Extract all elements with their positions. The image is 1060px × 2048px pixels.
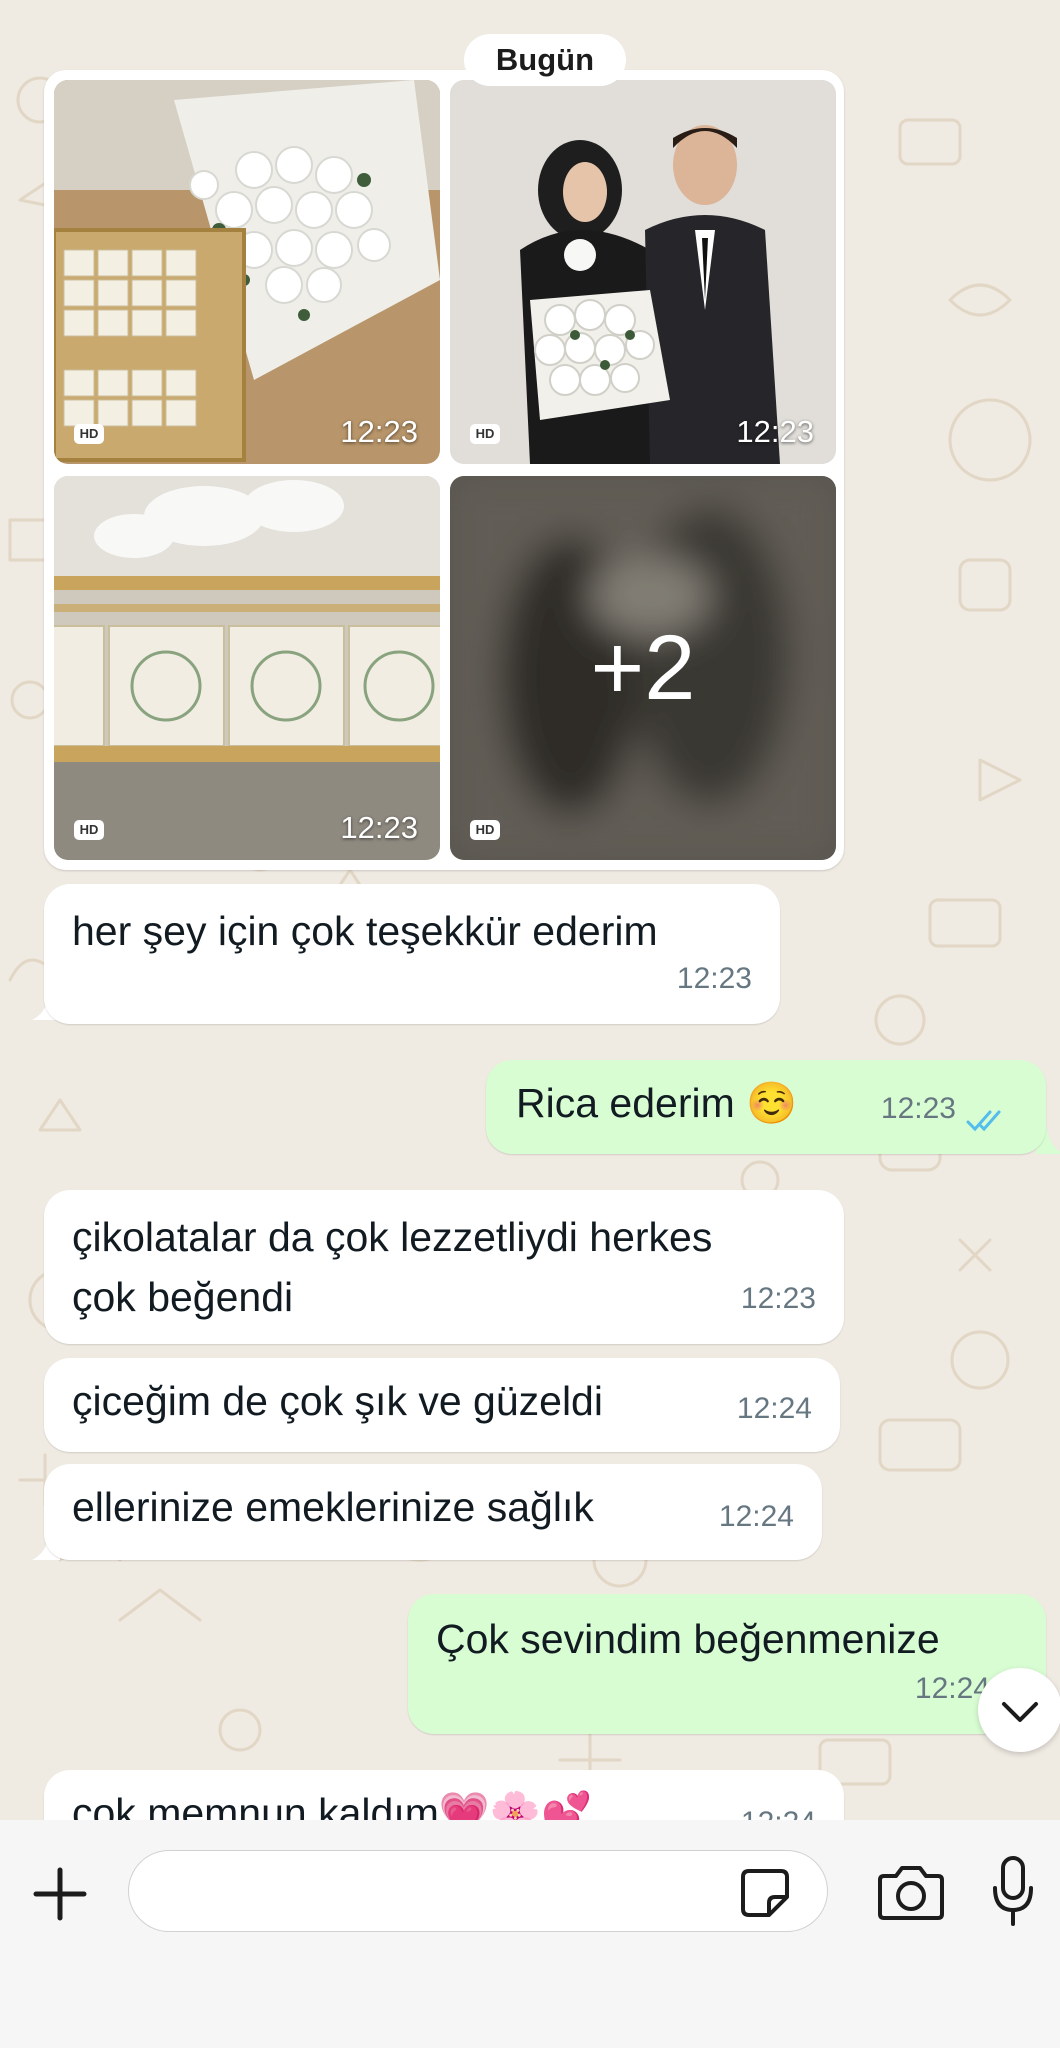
message-time: 12:23: [740, 1282, 816, 1315]
hd-badge: HD: [470, 820, 500, 840]
photo-timestamp: 12:23: [736, 414, 814, 449]
photo-more-overlay[interactable]: +2 HD: [450, 476, 836, 860]
photo-bouquet-boxes: [54, 80, 440, 464]
message-text: ellerinize emeklerinize sağlık: [72, 1484, 594, 1530]
read-ticks-icon: [966, 1110, 1001, 1132]
sticker-icon[interactable]: [739, 1867, 791, 1919]
hd-badge: HD: [74, 424, 104, 444]
compose-bar: [0, 1820, 1060, 2048]
microphone-icon[interactable]: [990, 1854, 1036, 1930]
message-time: 12:24: [736, 1392, 812, 1425]
message-text: Çok sevindim beğenmenize: [436, 1616, 940, 1662]
hd-badge: HD: [470, 424, 500, 444]
message-incoming[interactable]: her şey için çok teşekkür ederim 12:23: [44, 884, 780, 1024]
plus-icon[interactable]: [30, 1864, 90, 1924]
message-text: her şey için çok teşekkür ederim: [72, 908, 658, 954]
message-incoming[interactable]: çiceğim de çok şık ve güzeldi 12:24: [44, 1358, 840, 1452]
message-time: 12:24: [718, 1500, 794, 1533]
message-incoming[interactable]: ellerinize emeklerinize sağlık 12:24: [44, 1464, 822, 1560]
photo-couple: [450, 80, 836, 464]
message-time: 12:23: [880, 1092, 956, 1125]
camera-icon[interactable]: [876, 1860, 946, 1924]
message-text: çiceğim de çok şık ve güzeldi: [72, 1378, 603, 1424]
message-text-line: çikolatalar da çok lezzetliydi herkes: [72, 1214, 713, 1260]
date-chip: Bugün: [464, 34, 626, 86]
photo-grid-message[interactable]: HD 12:23 HD 12:23 HD 12:23 +2 HD: [44, 70, 844, 870]
chevron-down-icon: [1002, 1702, 1038, 1722]
photo-timestamp: 12:23: [340, 810, 418, 845]
scroll-to-bottom-button[interactable]: [978, 1668, 1060, 1752]
message-text-line: çok beğendi: [72, 1274, 294, 1320]
message-input[interactable]: [128, 1850, 828, 1932]
photo-timestamp: 12:23: [340, 414, 418, 449]
hd-badge: HD: [74, 820, 104, 840]
message-time: 12:23: [676, 962, 752, 995]
message-outgoing[interactable]: Çok sevindim beğenmenize 12:24: [408, 1594, 1046, 1734]
message-text: Rica ederim ☺️: [516, 1080, 798, 1126]
photo-thumbnail[interactable]: HD 12:23: [54, 476, 440, 860]
photo-thumbnail[interactable]: HD 12:23: [450, 80, 836, 464]
message-outgoing[interactable]: Rica ederim ☺️ 12:23: [486, 1060, 1046, 1154]
photo-favor-boxes: [54, 476, 440, 860]
more-photos-count: +2: [590, 617, 696, 719]
message-incoming[interactable]: çikolatalar da çok lezzetliydi herkes ço…: [44, 1190, 844, 1344]
photo-thumbnail[interactable]: HD 12:23: [54, 80, 440, 464]
